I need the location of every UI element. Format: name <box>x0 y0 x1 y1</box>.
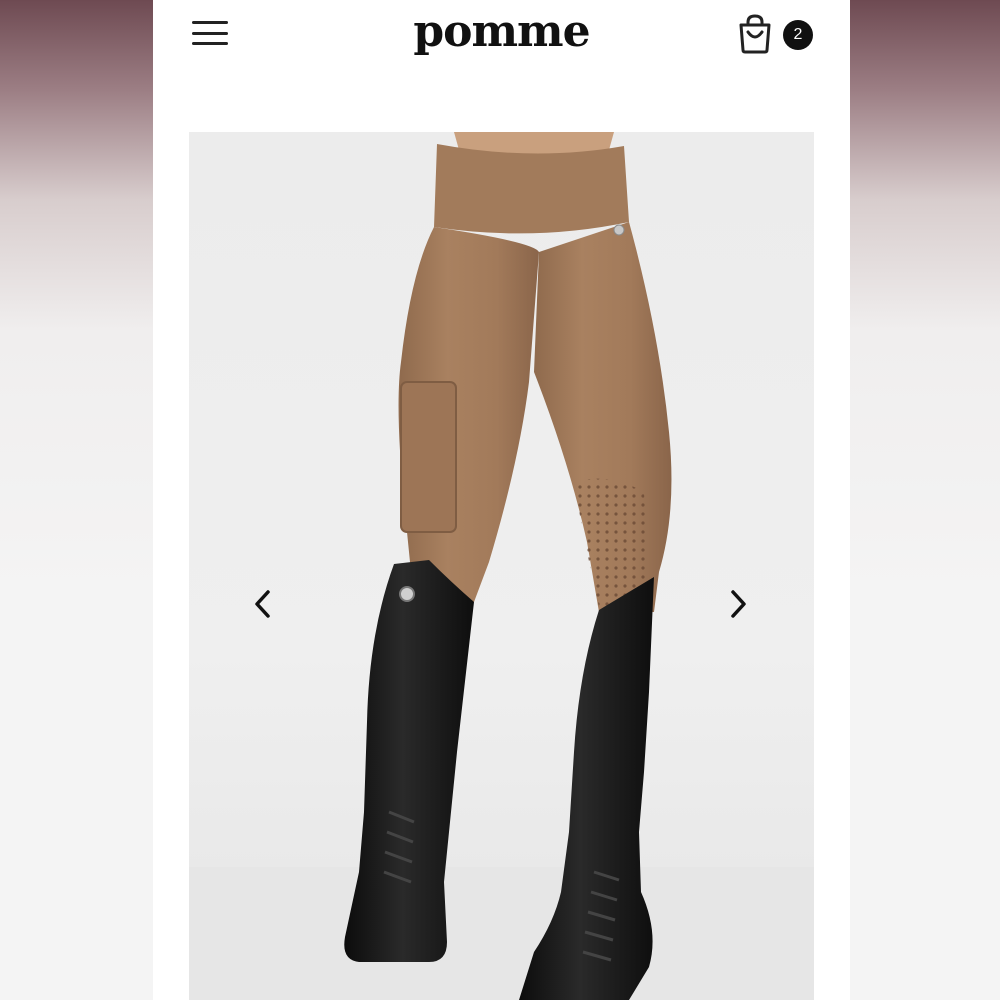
previous-image-button[interactable] <box>244 584 284 624</box>
mobile-page: pomme 2 <box>153 0 850 1000</box>
next-image-button[interactable] <box>717 584 757 624</box>
chevron-left-icon <box>255 590 270 618</box>
shopping-bag-icon <box>739 14 771 54</box>
cart-button[interactable] <box>733 12 777 56</box>
site-header: pomme 2 <box>153 0 850 90</box>
product-image-gallery[interactable] <box>189 132 814 1000</box>
product-photo <box>189 132 814 1000</box>
chevron-right-icon <box>731 590 746 618</box>
cart-count-badge: 2 <box>783 20 813 50</box>
